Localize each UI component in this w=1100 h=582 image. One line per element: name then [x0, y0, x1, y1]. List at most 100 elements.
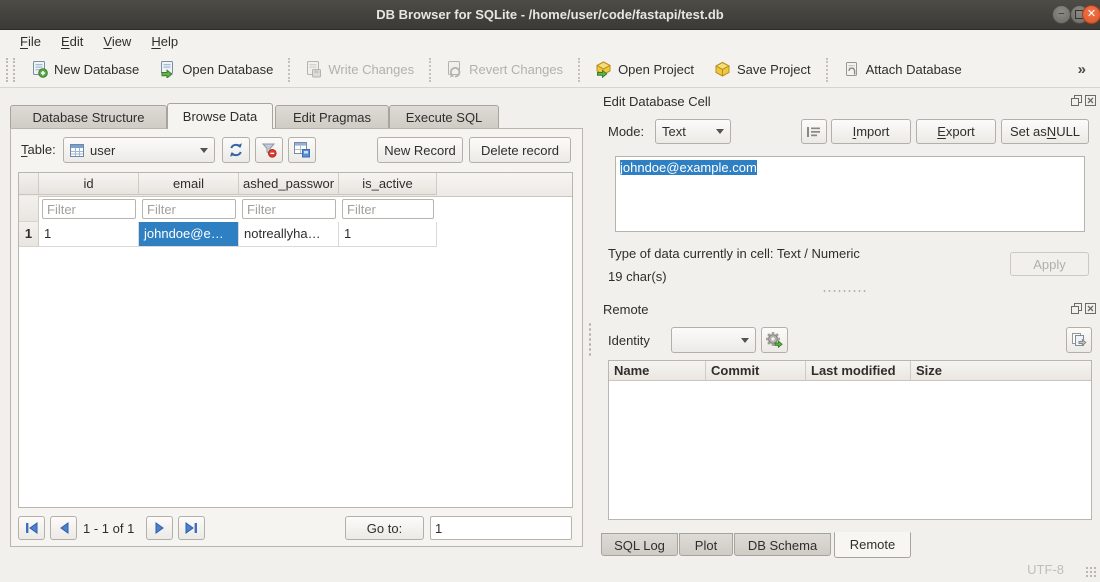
toolbar-separator [429, 58, 431, 82]
open-project-button[interactable]: Open Project [585, 56, 704, 83]
dock-tab-remote[interactable]: Remote [834, 532, 911, 558]
tab-edit-pragmas[interactable]: Edit Pragmas [275, 105, 389, 128]
cell-type-info: Type of data currently in cell: Text / N… [608, 246, 860, 261]
new-database-icon [31, 61, 48, 78]
clone-database-button[interactable] [1066, 327, 1092, 353]
filter-input-hashed-password[interactable] [242, 199, 336, 219]
filter-row-header [19, 196, 39, 222]
column-header-hashed-password[interactable]: ashed_passwor [239, 173, 339, 195]
set-as-null-button[interactable]: Set as NULL [1001, 119, 1089, 144]
tab-browse-data[interactable]: Browse Data [167, 103, 273, 129]
identity-settings-button[interactable] [761, 327, 788, 353]
first-page-button[interactable] [18, 516, 45, 540]
grid-corner-header [19, 173, 39, 195]
delete-record-button[interactable]: Delete record [469, 137, 571, 163]
minimize-button[interactable]: − [1052, 5, 1071, 24]
cell-editor-content: johndoe@example.com [620, 160, 757, 175]
chevron-down-icon [741, 338, 749, 343]
goto-button[interactable]: Go to: [345, 516, 424, 540]
apply-button: Apply [1010, 252, 1089, 276]
export-button[interactable]: Export [916, 119, 996, 144]
save-project-icon [714, 61, 731, 78]
row-header-1[interactable]: 1 [19, 222, 39, 247]
remote-dock-controls [1071, 303, 1096, 314]
chevron-down-icon [716, 129, 724, 134]
title-bar: DB Browser for SQLite - /home/user/code/… [0, 0, 1100, 30]
new-database-button[interactable]: New Database [21, 56, 149, 83]
float-dock-icon[interactable] [1071, 303, 1082, 314]
edit-cell-dock-title: Edit Database Cell [603, 94, 711, 109]
cell-is-active[interactable]: 1 [339, 222, 437, 247]
clear-filters-button[interactable] [255, 137, 283, 163]
filter-input-id[interactable] [42, 199, 136, 219]
menu-help[interactable]: Help [143, 32, 186, 51]
table-select[interactable]: user [63, 137, 215, 163]
edit-cell-dock-controls [1071, 95, 1096, 106]
new-record-button[interactable]: New Record [377, 137, 463, 163]
minimize-icon: − [1058, 9, 1064, 20]
attach-database-button[interactable]: Attach Database [833, 56, 972, 83]
filter-input-is-active[interactable] [342, 199, 434, 219]
goto-input[interactable] [430, 516, 572, 540]
attach-database-icon [843, 61, 860, 78]
open-database-button[interactable]: Open Database [149, 56, 283, 83]
toolbar-drag-handle[interactable] [6, 58, 15, 82]
resize-grip[interactable] [1085, 566, 1097, 578]
cell-email-selected[interactable]: johndoe@e… [139, 222, 239, 247]
record-range-label: 1 - 1 of 1 [83, 521, 134, 536]
table-icon [70, 144, 84, 157]
close-dock-icon[interactable] [1085, 303, 1096, 314]
results-grid[interactable]: id email ashed_passwor is_active 1 1 joh… [18, 172, 573, 508]
chevron-down-icon [200, 148, 208, 153]
cell-id[interactable]: 1 [39, 222, 139, 247]
dock-tab-db-schema[interactable]: DB Schema [734, 533, 831, 556]
cell-editor[interactable]: johndoe@example.com [615, 156, 1085, 232]
column-header-id[interactable]: id [39, 173, 139, 195]
panel-splitter-handle[interactable] [588, 322, 592, 356]
mode-select[interactable]: Text [655, 119, 731, 144]
remote-column-size[interactable]: Size [911, 361, 1091, 381]
remote-column-last-modified[interactable]: Last modified [806, 361, 911, 381]
close-button[interactable]: ✕ [1082, 5, 1100, 24]
remote-column-commit[interactable]: Commit [706, 361, 806, 381]
identity-select[interactable] [671, 327, 756, 353]
remote-column-name[interactable]: Name [609, 361, 706, 381]
float-dock-icon[interactable] [1071, 95, 1082, 106]
column-header-email[interactable]: email [139, 173, 239, 195]
save-results-button[interactable] [288, 137, 316, 163]
status-bar: UTF-8 [0, 558, 1100, 582]
tab-execute-sql[interactable]: Execute SQL [389, 105, 499, 128]
menu-view[interactable]: View [95, 32, 139, 51]
next-page-button[interactable] [146, 516, 173, 540]
close-icon: ✕ [1087, 9, 1096, 20]
remote-file-table[interactable]: Name Commit Last modified Size [608, 360, 1092, 520]
open-database-label: Open Database [182, 62, 273, 77]
toolbar-separator [288, 58, 290, 82]
toolbar-overflow-button[interactable]: » [1078, 61, 1096, 78]
tab-database-structure[interactable]: Database Structure [10, 105, 167, 128]
encoding-label: UTF-8 [1027, 562, 1064, 577]
table-label: Table: [21, 142, 56, 157]
toolbar: New Database Open Database Write Changes… [0, 52, 1100, 88]
filter-input-email[interactable] [142, 199, 236, 219]
new-database-label: New Database [54, 62, 139, 77]
next-page-icon [155, 522, 165, 534]
cell-hashed-password[interactable]: notreallyha… [239, 222, 339, 247]
refresh-button[interactable] [222, 137, 250, 163]
refresh-icon [228, 142, 244, 158]
previous-page-button[interactable] [50, 516, 77, 540]
last-page-button[interactable] [178, 516, 205, 540]
menu-bar: File Edit View Help [0, 30, 1100, 52]
menu-edit[interactable]: Edit [53, 32, 91, 51]
dock-tab-plot[interactable]: Plot [679, 533, 733, 556]
menu-file[interactable]: File [12, 32, 49, 51]
open-database-icon [159, 61, 176, 78]
dock-splitter-handle[interactable] [822, 289, 868, 293]
close-dock-icon[interactable] [1085, 95, 1096, 106]
dock-tab-sql-log[interactable]: SQL Log [601, 533, 678, 556]
import-button[interactable]: Import [831, 119, 911, 144]
mode-label: Mode: [608, 124, 644, 139]
word-wrap-button[interactable] [801, 119, 827, 144]
column-header-is-active[interactable]: is_active [339, 173, 437, 195]
save-project-button[interactable]: Save Project [704, 56, 821, 83]
